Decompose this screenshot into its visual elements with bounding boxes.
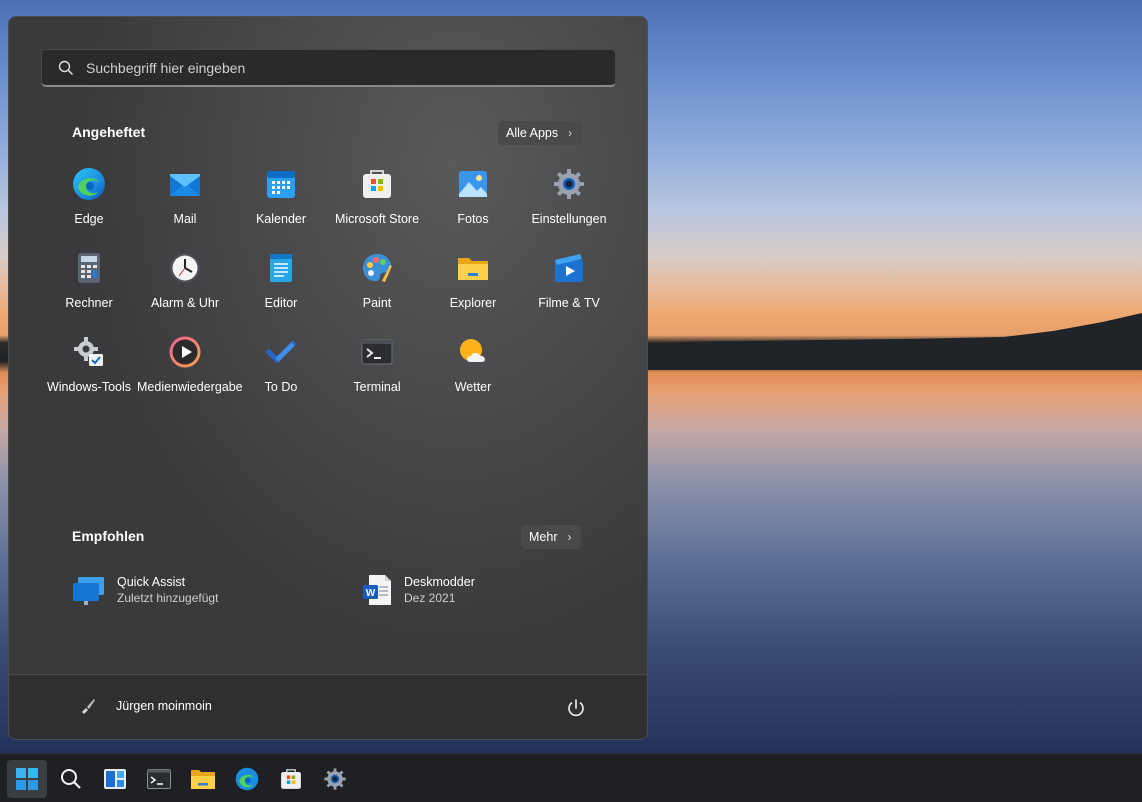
app-label: Kalender xyxy=(255,212,307,226)
word-document-icon: W xyxy=(363,575,391,605)
edge-icon xyxy=(73,168,105,200)
more-button[interactable]: Mehr › xyxy=(521,525,582,549)
all-apps-label: Alle Apps xyxy=(506,126,559,140)
app-label: Editor xyxy=(264,296,298,310)
app-label: Filme & TV xyxy=(538,296,600,310)
app-label: Medienwiedergabe xyxy=(137,380,243,394)
store-icon xyxy=(281,769,301,789)
taskbar-settings-button[interactable] xyxy=(315,760,355,798)
settings-icon xyxy=(324,768,346,790)
user-account-button[interactable]: Jürgen moinmoin xyxy=(73,691,212,721)
pinned-app-editor[interactable]: Editor xyxy=(233,251,329,335)
photos-icon xyxy=(459,171,487,197)
search-box[interactable] xyxy=(41,49,616,87)
app-label: Wetter xyxy=(454,380,492,394)
movies-icon xyxy=(555,254,583,282)
clock-icon xyxy=(170,253,200,283)
brush-avatar-icon xyxy=(82,699,95,714)
recommended-item-subtitle: Dez 2021 xyxy=(404,591,456,605)
widgets-icon xyxy=(104,769,126,789)
power-icon[interactable] xyxy=(565,697,587,719)
app-label: Alarm & Uhr xyxy=(150,296,220,310)
app-label: Mail xyxy=(173,212,197,226)
search-input[interactable] xyxy=(84,58,588,77)
taskbar xyxy=(0,753,1142,802)
pinned-app-edge[interactable]: Edge xyxy=(41,167,137,251)
quick-assist-icon xyxy=(73,577,104,605)
taskbar-search-button[interactable] xyxy=(51,760,91,798)
taskbar-terminal-button[interactable] xyxy=(139,760,179,798)
pinned-app-alarm-clock[interactable]: Alarm & Uhr xyxy=(137,251,233,335)
user-name: Jürgen moinmoin xyxy=(116,699,212,713)
app-label: Explorer xyxy=(449,296,497,310)
pinned-app-to-do[interactable]: To Do xyxy=(233,335,329,419)
folder-icon xyxy=(458,258,488,280)
edge-icon xyxy=(235,767,259,791)
pinned-app-terminal[interactable]: Terminal xyxy=(329,335,425,419)
explorer-icon xyxy=(191,770,215,789)
all-apps-button[interactable]: Alle Apps › xyxy=(498,121,583,145)
svg-text:W: W xyxy=(366,588,376,599)
app-label: Fotos xyxy=(457,212,489,226)
app-label: Einstellungen xyxy=(531,212,607,226)
taskbar-start-button[interactable] xyxy=(7,760,47,798)
pinned-app-media-player[interactable]: Medienwiedergabe xyxy=(137,335,243,419)
app-label: To Do xyxy=(264,380,298,394)
recommended-item-label: Deskmodder xyxy=(404,575,475,589)
pinned-app-calendar[interactable]: Kalender xyxy=(233,167,329,251)
recommended-item-subtitle: Zuletzt hinzugefügt xyxy=(117,591,219,605)
terminal-icon xyxy=(147,769,171,789)
weather-icon xyxy=(460,339,485,362)
recommended-item-quick-assist[interactable]: Quick Assist Zuletzt hinzugefügt xyxy=(72,573,218,607)
store-icon xyxy=(363,170,391,198)
pinned-app-microsoft-store[interactable]: Microsoft Store xyxy=(329,167,425,251)
calendar-icon xyxy=(267,171,295,198)
search-icon xyxy=(61,769,81,789)
pinned-app-mail[interactable]: Mail xyxy=(137,167,233,251)
tools-icon xyxy=(74,337,103,366)
pinned-app-weather[interactable]: Wetter xyxy=(425,335,521,419)
app-label: Terminal xyxy=(353,380,401,394)
app-label: Windows-Tools xyxy=(46,380,132,394)
paint-icon xyxy=(363,254,392,282)
taskbar-explorer-button[interactable] xyxy=(183,760,223,798)
mail-icon xyxy=(170,174,200,196)
settings-icon xyxy=(554,169,584,199)
pinned-title: Angeheftet xyxy=(72,124,146,140)
recommended-title: Empfohlen xyxy=(72,528,145,544)
pinned-app-calculator[interactable]: Rechner xyxy=(41,251,137,335)
pinned-app-windows-tools[interactable]: Windows-Tools xyxy=(41,335,137,419)
more-label: Mehr xyxy=(529,530,558,544)
pinned-app-settings[interactable]: Einstellungen xyxy=(521,167,617,251)
terminal-icon xyxy=(361,339,393,365)
pinned-app-photos[interactable]: Fotos xyxy=(425,167,521,251)
recommended-item-deskmodder[interactable]: W Deskmodder Dez 2021 xyxy=(361,573,475,607)
notepad-icon xyxy=(270,254,292,282)
app-label: Microsoft Store xyxy=(334,212,420,226)
start-menu: Angeheftet Alle Apps › Edge Mail Kalende… xyxy=(8,16,648,740)
pinned-app-explorer[interactable]: Explorer xyxy=(425,251,521,335)
media-player-icon xyxy=(169,336,201,368)
recommended-item-label: Quick Assist xyxy=(117,575,186,589)
todo-icon xyxy=(265,340,297,364)
pinned-app-paint[interactable]: Paint xyxy=(329,251,425,335)
start-icon xyxy=(16,768,38,790)
calculator-icon xyxy=(78,253,100,283)
app-label: Edge xyxy=(74,212,104,226)
taskbar-edge-button[interactable] xyxy=(227,760,267,798)
chevron-right-icon: › xyxy=(567,530,572,544)
pinned-app-movies-tv[interactable]: Filme & TV xyxy=(521,251,617,335)
taskbar-widgets-button[interactable] xyxy=(95,760,135,798)
start-footer: Jürgen moinmoin xyxy=(9,674,647,739)
search-icon xyxy=(58,60,74,75)
chevron-right-icon: › xyxy=(568,126,573,140)
app-label: Paint xyxy=(362,296,392,310)
avatar xyxy=(73,691,103,721)
taskbar-store-button[interactable] xyxy=(271,760,311,798)
app-label: Rechner xyxy=(65,296,113,310)
